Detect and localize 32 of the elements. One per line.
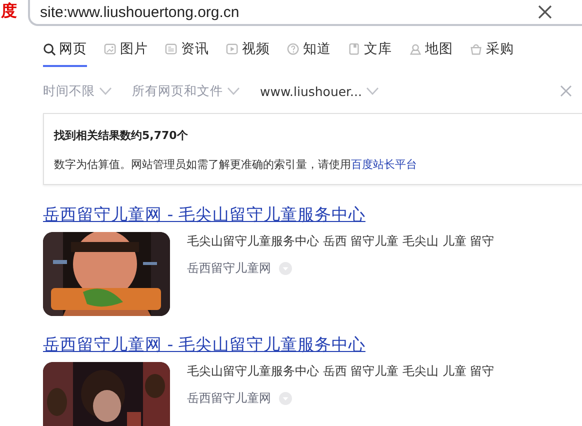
search-icon	[43, 42, 56, 56]
pin-icon	[409, 42, 422, 56]
result-source[interactable]: 岳西留守儿童网	[187, 390, 271, 407]
document-icon	[348, 42, 361, 56]
result-source[interactable]: 岳西留守儿童网	[187, 260, 271, 277]
search-tab[interactable]: 地图	[409, 40, 453, 67]
search-field[interactable]: site:www.liushouertong.org.cn	[30, 2, 532, 22]
newspaper-icon	[165, 42, 178, 56]
play-icon	[226, 42, 239, 56]
basket-icon	[470, 42, 483, 56]
chevron-down-icon	[227, 87, 240, 95]
search-tab[interactable]: 网页	[43, 40, 87, 67]
result-snippet: 毛尖山留守儿童服务中心 岳西 留守儿童 毛尖山 儿童 留守	[187, 363, 494, 380]
close-icon[interactable]	[538, 5, 552, 19]
search-tab[interactable]: 知道	[287, 40, 331, 67]
search-tab[interactable]: 采购	[470, 40, 514, 67]
result-count: 找到相关结果数约5,770个	[54, 128, 189, 143]
search-tab[interactable]: 图片	[104, 40, 148, 67]
webmaster-link[interactable]: 百度站长平台	[351, 158, 417, 171]
result-title-link[interactable]: 岳西留守儿童网 - 毛尖山留守儿童服务中心	[43, 204, 366, 226]
question-icon	[287, 42, 300, 56]
result-snippet: 毛尖山留守儿童服务中心 岳西 留守儿童 毛尖山 儿童 留守	[187, 233, 494, 250]
result-title-link[interactable]: 岳西留守儿童网 - 毛尖山留守儿童服务中心	[43, 334, 366, 356]
logo-fragment[interactable]: 度	[1, 2, 17, 20]
estimate-note: 数字为估算值。网站管理员如需了解更准确的索引量，请使用百度站长平台	[54, 157, 418, 172]
search-tab[interactable]: 视频	[226, 40, 270, 67]
filter-dropdown[interactable]: www.liushouer...	[260, 84, 379, 98]
chevron-down-icon	[99, 87, 112, 95]
search-tab[interactable]: 资讯	[165, 40, 209, 67]
image-icon	[104, 42, 117, 56]
chevron-down-icon	[366, 87, 379, 95]
search-tab[interactable]: 文库	[348, 40, 392, 67]
